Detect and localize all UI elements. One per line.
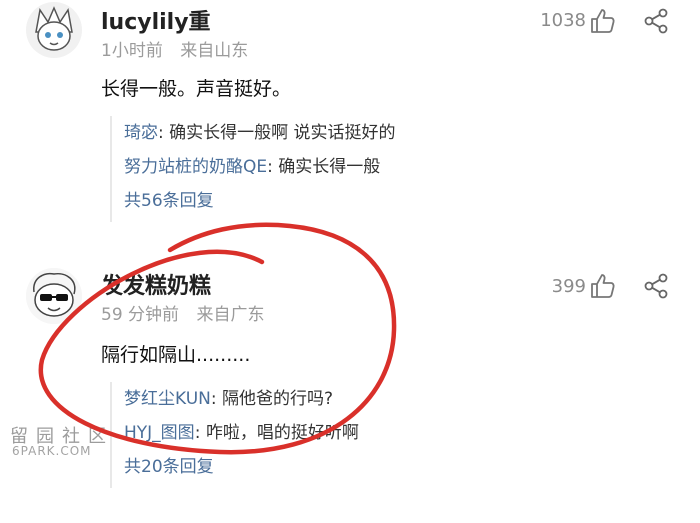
reply-item[interactable]: 琦宓: 确实长得一般啊 说实话挺好的	[124, 116, 684, 150]
like-count: 1038	[540, 10, 586, 31]
comment-item: 发发糕奶糕 59 分钟前 来自广东 399 隔行如隔山......... 梦红尘…	[0, 258, 700, 523]
reply-preview: 梦红尘KUN: 隔他爸的行吗? HYJ_图图: 咋啦，唱的挺好听啊 共20条回复	[110, 382, 684, 488]
view-all-replies-link[interactable]: 共20条回复	[124, 450, 684, 484]
comment-meta: 1小时前 来自山东	[101, 36, 260, 61]
reply-item[interactable]: 梦红尘KUN: 隔他爸的行吗?	[124, 382, 684, 416]
reply-item[interactable]: HYJ_图图: 咋啦，唱的挺好听啊	[124, 416, 684, 450]
reply-preview: 琦宓: 确实长得一般啊 说实话挺好的 努力站桩的奶酪QE: 确实长得一般 共56…	[110, 116, 684, 222]
reply-author[interactable]: 努力站桩的奶酪QE	[124, 157, 267, 177]
reply-item[interactable]: 努力站桩的奶酪QE: 确实长得一般	[124, 150, 684, 184]
comment-text: 长得一般。声音挺好。	[101, 78, 292, 100]
comment-location: 来自广东	[196, 305, 265, 325]
thumbs-up-icon[interactable]	[588, 272, 616, 300]
comment-location: 来自山东	[180, 41, 249, 61]
reply-author[interactable]: HYJ_图图	[124, 423, 195, 443]
watermark-site: 6PARK.COM	[12, 444, 92, 458]
avatar[interactable]	[26, 2, 82, 58]
share-icon[interactable]	[642, 272, 670, 300]
thumbs-up-icon[interactable]	[588, 7, 616, 35]
comment-text: 隔行如隔山.........	[101, 344, 251, 366]
comment-time: 1小时前	[101, 41, 163, 61]
comment-meta: 59 分钟前 来自广东	[101, 300, 276, 325]
username[interactable]: lucylily重	[101, 4, 211, 36]
share-icon[interactable]	[642, 7, 670, 35]
reply-text: : 隔他爸的行吗?	[210, 389, 334, 409]
like-count: 399	[551, 276, 586, 297]
view-all-replies-link[interactable]: 共56条回复	[124, 184, 684, 218]
reply-author[interactable]: 琦宓	[124, 123, 158, 143]
avatar[interactable]	[26, 268, 82, 324]
reply-text: : 咋啦，唱的挺好听啊	[194, 423, 359, 443]
reply-text: : 确实长得一般啊 说实话挺好的	[158, 123, 396, 143]
comment-time: 59 分钟前	[101, 305, 180, 325]
reply-author[interactable]: 梦红尘KUN	[124, 389, 211, 409]
username[interactable]: 发发糕奶糕	[101, 268, 211, 300]
reply-text: : 确实长得一般	[267, 157, 381, 177]
comment-item: lucylily重 1小时前 来自山东 1038 长得一般。声音挺好。 琦宓: …	[0, 0, 700, 240]
